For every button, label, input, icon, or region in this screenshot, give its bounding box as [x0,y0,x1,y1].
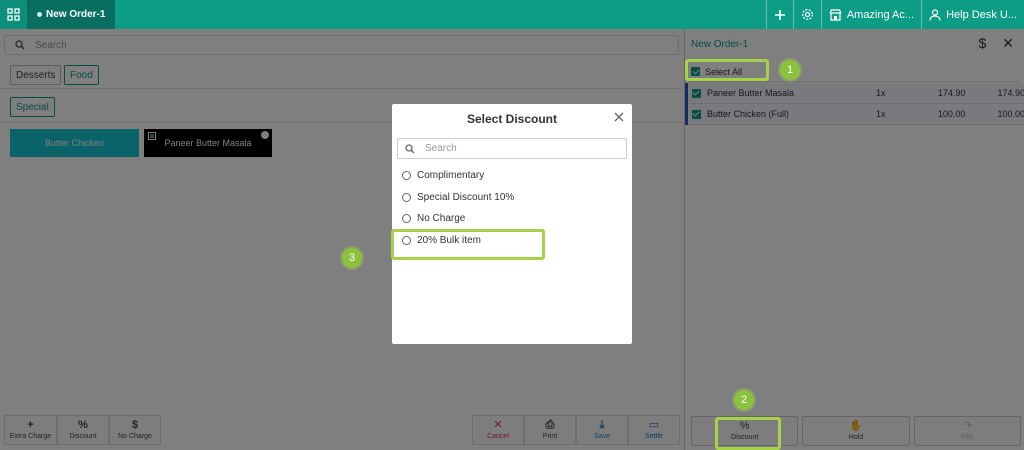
order-tab-label: New Order-1 [46,9,106,20]
radio-icon[interactable] [402,213,411,223]
discount-option-label: Special Discount 10% [417,191,515,203]
app-grid-icon[interactable] [0,0,27,29]
step-marker-3: 3 [342,248,362,268]
dialog-title: Select Discount [466,112,558,126]
add-button[interactable] [765,0,793,29]
radio-icon[interactable] [402,170,411,180]
tab-dot-icon [37,12,42,17]
step-marker-1: 1 [780,60,800,80]
discount-option[interactable]: Complimentary [402,167,484,183]
highlight-select-all [685,59,769,81]
account-button[interactable]: Amazing Ac... [820,0,921,29]
gear-icon [801,9,813,20]
settings-button[interactable] [792,0,821,29]
select-discount-dialog: Select Discount Search Complimentary Spe… [392,104,632,344]
discount-option-label: No Charge [417,212,466,224]
discount-option-label: Complimentary [417,169,485,181]
discount-option[interactable]: No Charge [402,210,465,226]
highlight-bulk-item [391,229,545,260]
step-marker-2: 2 [734,390,754,410]
radio-icon[interactable] [402,192,411,202]
user-icon [929,8,941,21]
account-label: Amazing Ac... [846,8,915,21]
help-desk-label: Help Desk U... [946,8,1017,21]
search-icon [405,143,415,154]
discount-option[interactable]: Special Discount 10% [402,189,514,205]
highlight-discount [715,417,781,450]
top-bar: New Order-1 Amazing Ac... Help Desk U... [0,0,1024,29]
discount-search-input[interactable]: Search [397,138,627,159]
close-icon[interactable] [612,110,626,124]
order-tab[interactable]: New Order-1 [27,0,116,29]
discount-search-placeholder: Search [425,143,457,154]
help-desk-button[interactable]: Help Desk U... [921,0,1024,29]
store-icon [829,8,842,21]
plus-icon [774,9,785,20]
